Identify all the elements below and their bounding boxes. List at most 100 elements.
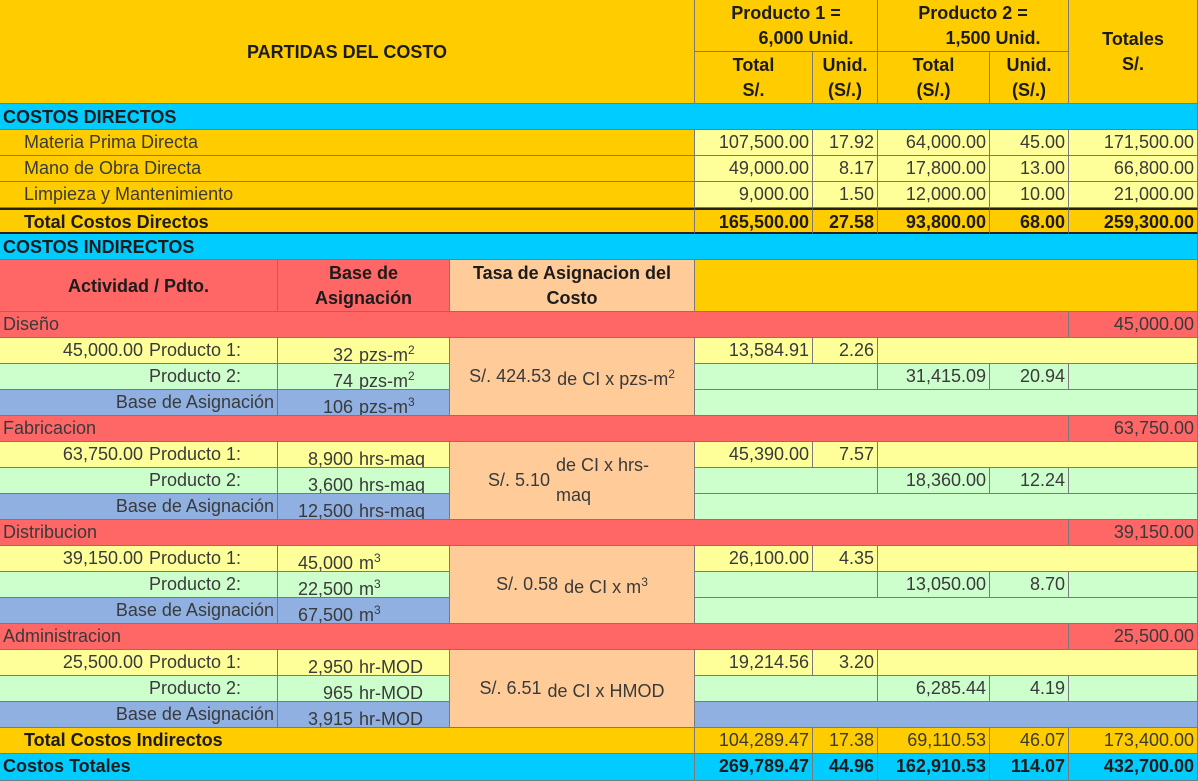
costos-totales-p2-unid[interactable]: 114.07 xyxy=(990,754,1069,781)
allocated-p2-total[interactable]: 31,415.09 xyxy=(878,364,990,390)
allocated-p2-unid[interactable]: 8.70 xyxy=(990,572,1069,598)
header-p2-total[interactable]: Total (S/.) xyxy=(878,52,990,104)
direct-cost-label[interactable]: Mano de Obra Directa xyxy=(0,156,695,182)
allocated-p2-total[interactable]: 13,050.00 xyxy=(878,572,990,598)
total-indirectos-total[interactable]: 173,400.00 xyxy=(1069,728,1198,754)
total-indirectos-p1-unid[interactable]: 17.38 xyxy=(813,728,878,754)
costos-totales-label[interactable]: Costos Totales xyxy=(0,754,695,781)
header-totales[interactable]: Totales S/. xyxy=(1069,0,1198,104)
activity-total[interactable]: 39,150.00 xyxy=(1069,520,1198,546)
header-producto-2[interactable]: Producto 2 = 1,500 Unid. xyxy=(878,0,1069,52)
direct-cost-p1-total[interactable]: 9,000.00 xyxy=(695,182,813,208)
base-qty-p1[interactable]: 8,900 hrs-maq xyxy=(278,442,450,468)
col-actividad[interactable]: Actividad / Pdto. xyxy=(0,260,278,312)
direct-cost-p1-unid[interactable]: 1.50 xyxy=(813,182,878,208)
base-qty-total[interactable]: 106 pzs-m3 xyxy=(278,390,450,416)
col-base-asignacion[interactable]: Base de Asignación xyxy=(278,260,450,312)
tasa-asignacion[interactable]: S/. 424.53 de CI x pzs-m2 xyxy=(450,338,695,416)
costos-totales-p2-total[interactable]: 162,910.53 xyxy=(878,754,990,781)
activity-total[interactable]: 63,750.00 xyxy=(1069,416,1198,442)
header-p2-unid[interactable]: Unid. (S/.) xyxy=(990,52,1069,104)
activity-p2-row-label[interactable]: Producto 2: xyxy=(0,572,278,598)
base-qty-total[interactable]: 67,500 m3 xyxy=(278,598,450,624)
base-asignacion-label[interactable]: Base de Asignación xyxy=(0,702,278,728)
activity-name[interactable]: Administracion xyxy=(0,624,1069,650)
activity-name[interactable]: Diseño xyxy=(0,312,1069,338)
costos-totales-total[interactable]: 432,700.00 xyxy=(1069,754,1198,781)
direct-cost-label[interactable]: Limpieza y Mantenimiento xyxy=(0,182,695,208)
activity-p1-row-label[interactable]: 45,000.00 Producto 1: xyxy=(0,338,278,364)
base-asignacion-label[interactable]: Base de Asignación xyxy=(0,598,278,624)
tasa-asignacion[interactable]: S/. 5.10 de CI x hrs-maq xyxy=(450,442,695,520)
base-qty-p2[interactable]: 74 pzs-m2 xyxy=(278,364,450,390)
total-indirectos-p1-total[interactable]: 104,289.47 xyxy=(695,728,813,754)
base-qty-p1[interactable]: 45,000 m3 xyxy=(278,546,450,572)
direct-cost-p2-unid[interactable]: 45.00 xyxy=(990,130,1069,156)
direct-cost-total[interactable]: 66,800.00 xyxy=(1069,156,1198,182)
activity-p2-row-label[interactable]: Producto 2: xyxy=(0,364,278,390)
direct-cost-p2-total[interactable]: 17,800.00 xyxy=(878,156,990,182)
total-costos-indirectos-label[interactable]: Total Costos Indirectos xyxy=(0,728,695,754)
direct-cost-total[interactable]: 171,500.00 xyxy=(1069,130,1198,156)
direct-cost-p2-unid[interactable]: 13.00 xyxy=(990,156,1069,182)
header-p1-unid[interactable]: Unid. (S/.) xyxy=(813,52,878,104)
total-indirectos-p2-unid[interactable]: 46.07 xyxy=(990,728,1069,754)
section-costos-indirectos[interactable]: COSTOS INDIRECTOS xyxy=(0,234,1198,260)
direct-cost-p2-total[interactable]: 64,000.00 xyxy=(878,130,990,156)
allocated-p1-total[interactable]: 19,214.56 xyxy=(695,650,813,676)
allocated-p1-unid[interactable]: 2.26 xyxy=(813,338,878,364)
base-qty-total[interactable]: 3,915 hr-MOD xyxy=(278,702,450,728)
total-directos-p2-unid[interactable]: 68.00 xyxy=(990,208,1069,234)
activity-total[interactable]: 45,000.00 xyxy=(1069,312,1198,338)
activity-p2-row-label[interactable]: Producto 2: xyxy=(0,468,278,494)
total-costos-directos-label[interactable]: Total Costos Directos xyxy=(0,208,695,234)
allocated-p1-unid[interactable]: 4.35 xyxy=(813,546,878,572)
base-qty-p2[interactable]: 22,500 m3 xyxy=(278,572,450,598)
base-asignacion-label[interactable]: Base de Asignación xyxy=(0,494,278,520)
allocated-p1-unid[interactable]: 3.20 xyxy=(813,650,878,676)
direct-cost-total[interactable]: 21,000.00 xyxy=(1069,182,1198,208)
direct-cost-p1-total[interactable]: 107,500.00 xyxy=(695,130,813,156)
direct-cost-p1-unid[interactable]: 17.92 xyxy=(813,130,878,156)
costos-totales-p1-total[interactable]: 269,789.47 xyxy=(695,754,813,781)
allocated-p1-total[interactable]: 45,390.00 xyxy=(695,442,813,468)
allocated-p2-unid[interactable]: 20.94 xyxy=(990,364,1069,390)
allocated-p1-total[interactable]: 13,584.91 xyxy=(695,338,813,364)
base-qty-p1[interactable]: 32 pzs-m2 xyxy=(278,338,450,364)
base-qty-p2[interactable]: 965 hr-MOD xyxy=(278,676,450,702)
total-directos-p2-total[interactable]: 93,800.00 xyxy=(878,208,990,234)
activity-total[interactable]: 25,500.00 xyxy=(1069,624,1198,650)
section-costos-directos[interactable]: COSTOS DIRECTOS xyxy=(0,104,1198,130)
base-qty-p2[interactable]: 3,600 hrs-maq xyxy=(278,468,450,494)
direct-cost-label[interactable]: Materia Prima Directa xyxy=(0,130,695,156)
col-tasa-asignacion[interactable]: Tasa de Asignacion del Costo xyxy=(450,260,695,312)
tasa-asignacion[interactable]: S/. 6.51 de CI x HMOD xyxy=(450,650,695,728)
header-partidas[interactable]: PARTIDAS DEL COSTO xyxy=(0,0,695,104)
header-p1-total[interactable]: Total S/. xyxy=(695,52,813,104)
allocated-p2-total[interactable]: 6,285.44 xyxy=(878,676,990,702)
direct-cost-p1-total[interactable]: 49,000.00 xyxy=(695,156,813,182)
activity-p1-row-label[interactable]: 63,750.00 Producto 1: xyxy=(0,442,278,468)
allocated-p1-total[interactable]: 26,100.00 xyxy=(695,546,813,572)
direct-cost-p2-unid[interactable]: 10.00 xyxy=(990,182,1069,208)
total-indirectos-p2-total[interactable]: 69,110.53 xyxy=(878,728,990,754)
costos-totales-p1-unid[interactable]: 44.96 xyxy=(813,754,878,781)
direct-cost-p2-total[interactable]: 12,000.00 xyxy=(878,182,990,208)
base-qty-p1[interactable]: 2,950 hr-MOD xyxy=(278,650,450,676)
header-producto-1[interactable]: Producto 1 = 6,000 Unid. xyxy=(695,0,878,52)
allocated-p1-unid[interactable]: 7.57 xyxy=(813,442,878,468)
allocated-p2-total[interactable]: 18,360.00 xyxy=(878,468,990,494)
total-directos-p1-unid[interactable]: 27.58 xyxy=(813,208,878,234)
allocated-p2-unid[interactable]: 12.24 xyxy=(990,468,1069,494)
direct-cost-p1-unid[interactable]: 8.17 xyxy=(813,156,878,182)
activity-p2-row-label[interactable]: Producto 2: xyxy=(0,676,278,702)
tasa-asignacion[interactable]: S/. 0.58 de CI x m3 xyxy=(450,546,695,624)
base-qty-total[interactable]: 12,500 hrs-maq xyxy=(278,494,450,520)
activity-p1-row-label[interactable]: 39,150.00 Producto 1: xyxy=(0,546,278,572)
total-directos-total[interactable]: 259,300.00 xyxy=(1069,208,1198,234)
activity-p1-row-label[interactable]: 25,500.00 Producto 1: xyxy=(0,650,278,676)
activity-name[interactable]: Distribucion xyxy=(0,520,1069,546)
total-directos-p1-total[interactable]: 165,500.00 xyxy=(695,208,813,234)
activity-name[interactable]: Fabricacion xyxy=(0,416,1069,442)
allocated-p2-unid[interactable]: 4.19 xyxy=(990,676,1069,702)
